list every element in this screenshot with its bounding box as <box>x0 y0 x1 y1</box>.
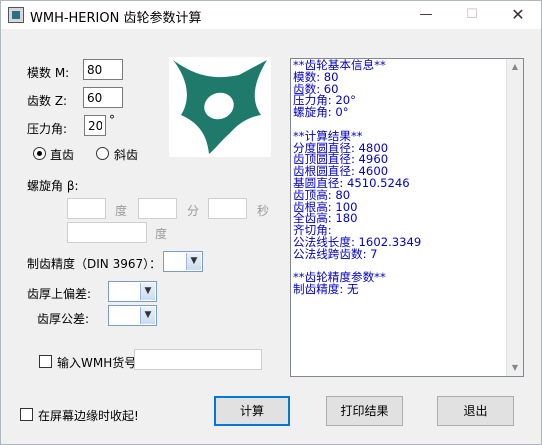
scroll-down-icon[interactable]: ▼ <box>507 360 523 376</box>
module-label: 模数 M: <box>27 66 70 80</box>
collapse-label: 在屏幕边缘时收起! <box>38 409 139 423</box>
wmh-label: 输入WMH货号 <box>57 356 137 370</box>
title-bar[interactable]: WMH-HERION 齿轮参数计算 — ☐ ✕ <box>1 1 541 29</box>
teeth-input[interactable] <box>83 87 123 108</box>
helix-decimal-input[interactable] <box>67 222 147 243</box>
helix-sec-input[interactable] <box>208 198 247 219</box>
scroll-up-icon[interactable]: ▲ <box>507 59 523 75</box>
result-text: **齿轮基本信息** 模数: 80 齿数: 60 压力角: 20° 螺旋角: 0° **… <box>293 59 505 297</box>
helix-min-unit: 分 <box>187 204 200 218</box>
teeth-label: 齿数 Z: <box>27 94 68 108</box>
helix-angle-label: 螺旋角 β: <box>27 179 79 193</box>
chevron-down-icon: ▼ <box>140 283 155 300</box>
degree-symbol: ° <box>109 113 115 127</box>
main-window: WMH-HERION 齿轮参数计算 — ☐ ✕ 模数 M: 齿数 Z: 压力角:… <box>0 0 542 445</box>
pressure-angle-label: 压力角: <box>27 122 68 136</box>
upper-deviation-select[interactable]: ▼ <box>108 281 157 302</box>
window-title: WMH-HERION 齿轮参数计算 <box>30 11 202 26</box>
result-line: 螺旋角: 0° <box>293 105 349 120</box>
straight-label: 直齿 <box>50 148 75 162</box>
tolerance-select[interactable]: ▼ <box>108 305 157 326</box>
helix-deg-input[interactable] <box>67 198 106 219</box>
result-line: 制齿精度: 无 <box>293 282 359 297</box>
minimize-button[interactable]: — <box>403 1 449 29</box>
module-input[interactable] <box>83 59 123 80</box>
helix-min-input[interactable] <box>138 198 177 219</box>
app-icon <box>8 7 24 23</box>
helix-sec-unit: 秒 <box>257 204 270 218</box>
precision-select[interactable]: ▼ <box>163 251 203 272</box>
collapse-checkbox[interactable] <box>20 408 33 421</box>
upper-deviation-label: 齿厚上偏差: <box>27 287 92 301</box>
helix-deg-unit: 度 <box>115 204 128 218</box>
straight-radio[interactable] <box>33 147 46 160</box>
helical-radio[interactable] <box>96 147 109 160</box>
chevron-down-icon: ▼ <box>140 307 155 324</box>
precision-label: 制齿精度（DIN 3967）： <box>27 257 162 271</box>
maximize-button[interactable]: ☐ <box>449 1 495 29</box>
helix-decimal-unit: 度 <box>155 227 168 241</box>
wmh-input[interactable] <box>134 349 262 370</box>
calculate-button[interactable]: 计算 <box>214 396 290 426</box>
chevron-down-icon: ▼ <box>186 253 201 270</box>
tolerance-label: 齿厚公差: <box>37 312 90 326</box>
pressure-angle-input[interactable] <box>84 115 106 136</box>
exit-button[interactable]: 退出 <box>437 396 514 426</box>
herion-logo-icon <box>169 57 271 157</box>
print-button[interactable]: 打印结果 <box>326 396 403 426</box>
close-button[interactable]: ✕ <box>495 1 541 29</box>
wmh-checkbox[interactable] <box>39 355 52 368</box>
helical-label: 斜齿 <box>114 148 139 162</box>
result-line: 公法线跨齿数: 7 <box>293 246 378 261</box>
result-output[interactable]: **齿轮基本信息** 模数: 80 齿数: 60 压力角: 20° 螺旋角: 0° **… <box>290 58 524 377</box>
result-scrollbar[interactable]: ▲ ▼ <box>506 59 523 376</box>
